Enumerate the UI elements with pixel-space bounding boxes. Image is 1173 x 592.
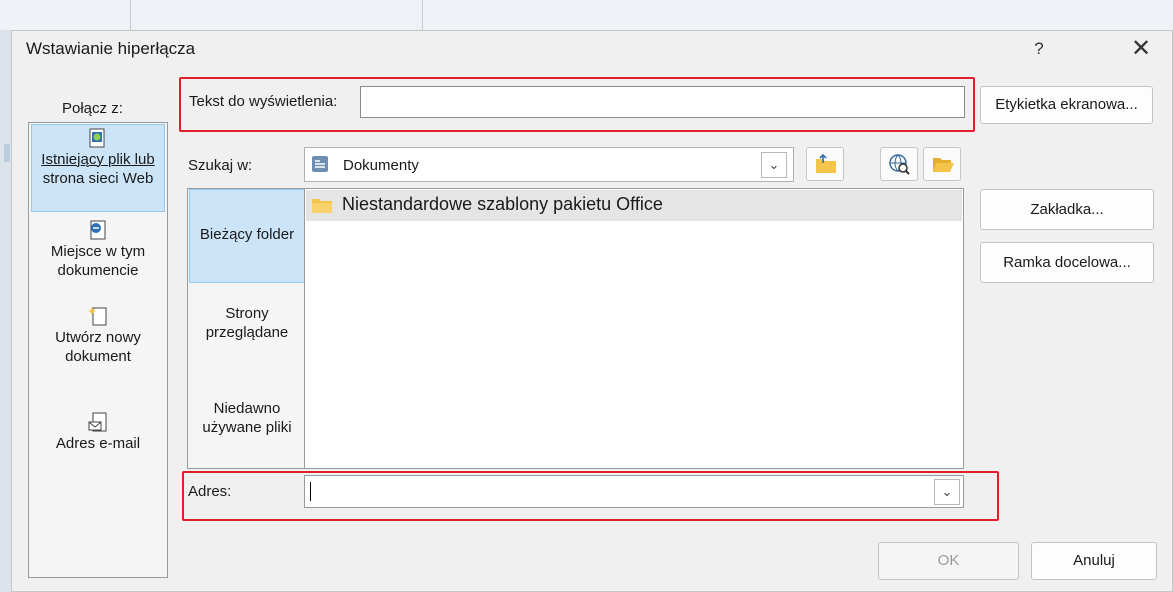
address-label: Adres:	[188, 483, 232, 500]
existing-file-web-icon	[87, 127, 109, 149]
text-caret	[310, 482, 311, 501]
target-frame-button[interactable]: Ramka docelowa...	[980, 242, 1154, 283]
close-button[interactable]: ✕	[1124, 34, 1158, 64]
background-window-header	[0, 0, 1173, 30]
link-to-existing-file[interactable]: Istniejący plik lub strona sieci Web	[31, 124, 165, 212]
tab-recent-files[interactable]: Niedawno używane pliki	[189, 399, 305, 459]
link-to-existing-file-line2: strona sieci Web	[42, 170, 154, 187]
tab-current-folder-label: Bieżący folder	[199, 226, 295, 243]
background-divider	[130, 0, 131, 30]
background-divider	[422, 0, 423, 30]
screentip-button[interactable]: Etykietka ekranowa...	[980, 86, 1153, 124]
link-to-email-address[interactable]: Adres e-mail	[31, 409, 165, 459]
tab-recent-files-line1: Niedawno	[213, 400, 281, 417]
place-in-document-icon	[87, 219, 109, 241]
link-to-existing-file-line1: Istniejący plik lub	[41, 151, 155, 168]
help-button[interactable]: ?	[1024, 36, 1054, 62]
tab-browsed-pages-line1: Strony	[225, 305, 269, 322]
tab-browsed-pages-line2: przeglądane	[205, 324, 289, 341]
link-to-email-label: Adres e-mail	[55, 435, 141, 452]
create-new-document-icon	[87, 305, 109, 327]
list-item-label: Niestandardowe szablony pakietu Office	[342, 194, 663, 214]
browse-web-button[interactable]	[880, 147, 918, 181]
link-to-place-line2: dokumencie	[57, 262, 139, 279]
tab-recent-files-line2: używane pliki	[202, 419, 292, 436]
link-to-label: Połącz z:	[62, 100, 123, 117]
link-to-create-new-document[interactable]: Utwórz nowy dokument	[31, 303, 165, 379]
link-to-sidebar: Istniejący plik lub strona sieci Web Mie…	[28, 122, 168, 578]
tab-current-folder[interactable]: Bieżący folder	[189, 189, 305, 283]
look-in-dropdown-arrow[interactable]: ⌄	[761, 152, 787, 178]
globe-search-icon	[889, 154, 910, 175]
cancel-button[interactable]: Anuluj	[1031, 542, 1157, 580]
address-dropdown-arrow[interactable]: ⌄	[934, 479, 960, 505]
browse-file-button[interactable]	[923, 147, 961, 181]
tab-browsed-pages[interactable]: Strony przeglądane	[189, 304, 305, 364]
file-list[interactable]: Niestandardowe szablony pakietu Office	[304, 188, 964, 469]
look-in-label: Szukaj w:	[188, 157, 253, 174]
list-item[interactable]: Niestandardowe szablony pakietu Office	[306, 190, 962, 221]
email-address-icon	[87, 411, 109, 433]
link-to-create-line1: Utwórz nowy	[55, 329, 141, 346]
link-to-place-in-document[interactable]: Miejsce w tym dokumencie	[31, 217, 165, 293]
open-folder-icon	[933, 158, 954, 172]
bookmark-button[interactable]: Zakładka...	[980, 189, 1154, 230]
dialog-title: Wstawianie hiperłącza	[26, 39, 196, 58]
address-input[interactable]	[304, 475, 964, 508]
up-folder-icon	[816, 153, 836, 173]
text-to-display-input[interactable]	[360, 86, 965, 118]
ok-button[interactable]: OK	[878, 542, 1019, 580]
text-to-display-label: Tekst do wyświetlenia:	[189, 93, 338, 110]
background-selection-mark	[4, 144, 10, 162]
link-to-place-line1: Miejsce w tym	[50, 243, 146, 260]
documents-icon	[311, 155, 329, 177]
browse-tabs: Bieżący folder Strony przeglądane Niedaw…	[187, 188, 305, 469]
up-one-folder-button[interactable]	[806, 147, 844, 181]
link-to-create-line2: dokument	[65, 348, 131, 365]
look-in-value: Dokumenty	[343, 157, 419, 174]
folder-icon	[311, 197, 333, 218]
